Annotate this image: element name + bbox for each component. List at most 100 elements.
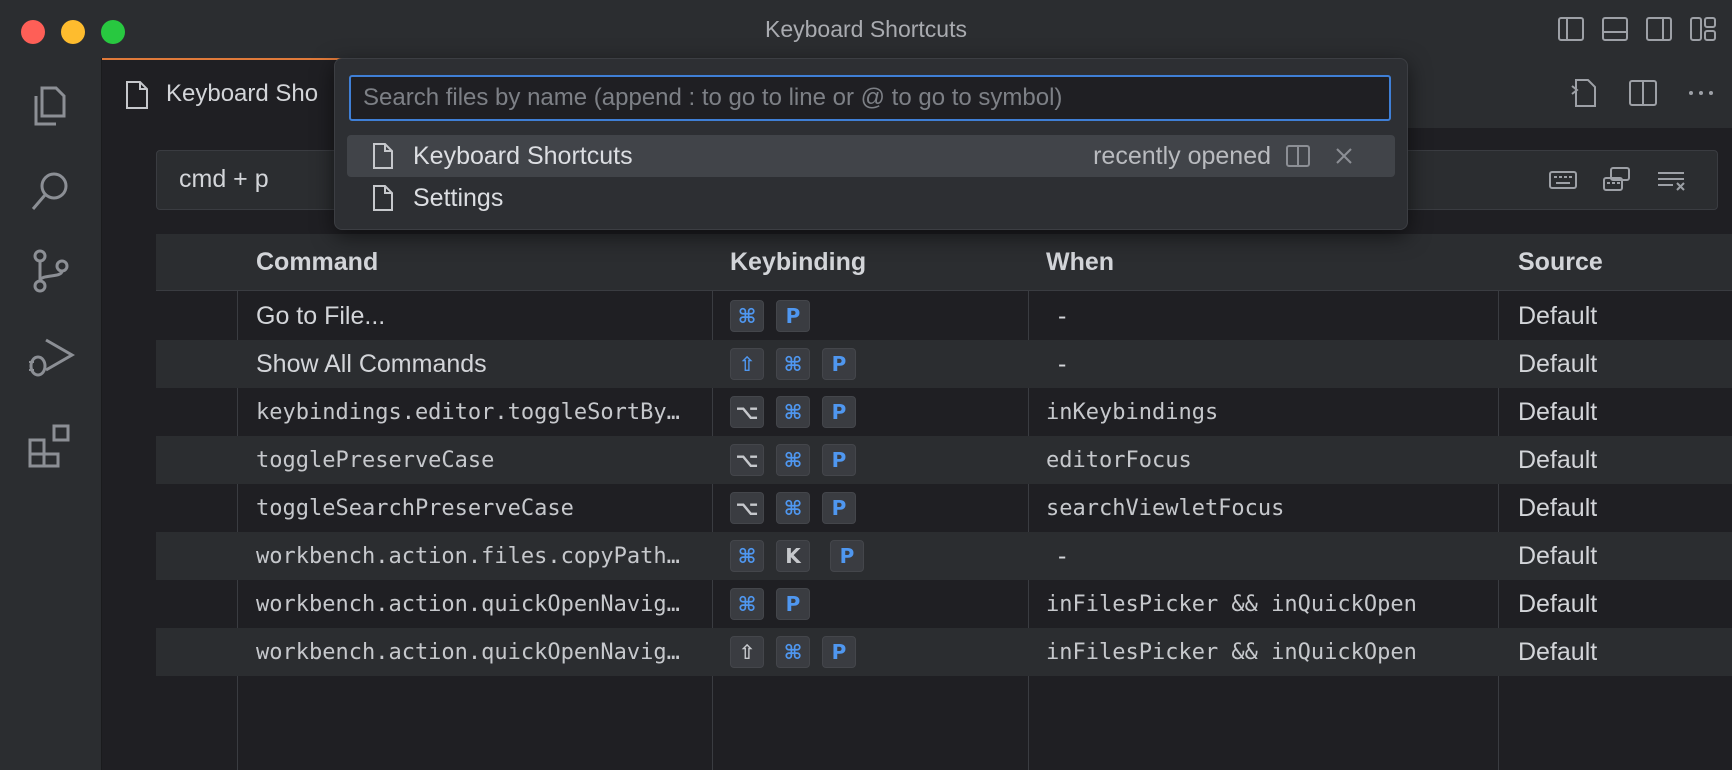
table-header: Command Keybinding When Source xyxy=(156,234,1732,291)
title-bar: Keyboard Shortcuts xyxy=(0,0,1732,59)
source-cell: Default xyxy=(1518,590,1598,618)
keybinding-cell: ⌥ ⌘ P xyxy=(730,492,856,524)
toggle-secondary-sidebar-icon[interactable] xyxy=(1644,14,1674,44)
key-cmd: ⌘ xyxy=(776,348,810,380)
key-option: ⌥ xyxy=(730,444,764,476)
keybindings-table: Command Keybinding When Source Go to Fil… xyxy=(156,234,1732,770)
when-cell: editorFocus xyxy=(1046,448,1192,473)
key-cmd: ⌘ xyxy=(776,492,810,524)
keybinding-cell: ⇧ ⌘ P xyxy=(730,348,856,380)
remove-from-recent-icon[interactable] xyxy=(1329,141,1359,171)
command-cell: Show All Commands xyxy=(256,350,487,378)
table-row[interactable]: keybindings.editor.toggleSortBy… ⌥ ⌘ P i… xyxy=(156,388,1732,436)
explorer-icon[interactable] xyxy=(26,80,76,130)
command-cell: workbench.action.quickOpenNavig… xyxy=(256,640,680,665)
key-option: ⌥ xyxy=(730,492,764,524)
file-icon xyxy=(373,185,393,211)
when-cell: inKeybindings xyxy=(1046,400,1219,425)
search-actions xyxy=(1547,165,1687,195)
table-row[interactable]: togglePreserveCase ⌥ ⌘ P editorFocus Def… xyxy=(156,436,1732,484)
command-cell: togglePreserveCase xyxy=(256,448,495,473)
header-source[interactable]: Source xyxy=(1518,248,1603,277)
command-cell: toggleSearchPreserveCase xyxy=(256,496,574,521)
search-value: cmd + p xyxy=(179,165,269,193)
key-p: P xyxy=(822,444,856,476)
source-cell: Default xyxy=(1518,446,1598,474)
sort-by-precedence-icon[interactable] xyxy=(1601,165,1633,195)
file-icon xyxy=(373,143,393,169)
tab-keyboard-shortcuts[interactable]: Keyboard Sho xyxy=(102,58,342,130)
when-cell: - xyxy=(1058,350,1067,378)
table-row[interactable]: workbench.action.quickOpenNavig… ⇧ ⌘ P i… xyxy=(156,628,1732,676)
source-cell: Default xyxy=(1518,398,1598,426)
key-shift: ⇧ xyxy=(730,636,764,668)
split-editor-icon[interactable] xyxy=(1626,76,1660,110)
source-cell: Default xyxy=(1518,542,1598,570)
more-actions-icon[interactable] xyxy=(1684,76,1718,110)
table-row[interactable]: toggleSearchPreserveCase ⌥ ⌘ P searchVie… xyxy=(156,484,1732,532)
key-p: P xyxy=(776,588,810,620)
key-p: P xyxy=(822,492,856,524)
header-keybinding[interactable]: Keybinding xyxy=(730,248,866,277)
source-cell: Default xyxy=(1518,638,1598,666)
table-row[interactable]: workbench.action.files.copyPath… ⌘ K P -… xyxy=(156,532,1732,580)
keybinding-cell: ⌘ K P xyxy=(730,540,864,572)
command-cell: workbench.action.quickOpenNavig… xyxy=(256,592,680,617)
keybinding-cell: ⇧ ⌘ P xyxy=(730,636,856,668)
when-cell: - xyxy=(1058,542,1067,570)
source-cell: Default xyxy=(1518,350,1598,378)
customize-layout-icon[interactable] xyxy=(1688,14,1718,44)
tab-actions xyxy=(1568,76,1718,110)
source-cell: Default xyxy=(1518,494,1598,522)
extensions-icon[interactable] xyxy=(26,420,76,470)
command-cell: workbench.action.files.copyPath… xyxy=(256,544,680,569)
when-cell: inFilesPicker && inQuickOpen xyxy=(1046,592,1417,617)
command-cell: Go to File... xyxy=(256,302,386,330)
key-option: ⌥ xyxy=(730,396,764,428)
table-row[interactable]: Go to File... ⌘ P - Default xyxy=(156,292,1732,340)
key-p: P xyxy=(776,300,810,332)
quick-open-input[interactable] xyxy=(349,75,1391,121)
layout-controls xyxy=(1556,14,1718,44)
key-shift: ⇧ xyxy=(730,348,764,380)
when-cell: searchViewletFocus xyxy=(1046,496,1285,521)
quick-open-item-keyboard-shortcuts[interactable]: Keyboard Shortcuts recently opened xyxy=(347,135,1395,177)
run-debug-icon[interactable] xyxy=(26,330,76,380)
key-cmd: ⌘ xyxy=(730,588,764,620)
source-control-icon[interactable] xyxy=(26,244,76,294)
source-cell: Default xyxy=(1518,302,1598,330)
keybinding-cell: ⌥ ⌘ P xyxy=(730,444,856,476)
toggle-panel-icon[interactable] xyxy=(1600,14,1630,44)
file-icon xyxy=(126,81,148,109)
key-cmd: ⌘ xyxy=(776,636,810,668)
key-cmd: ⌘ xyxy=(730,540,764,572)
clear-search-icon[interactable] xyxy=(1655,165,1687,195)
key-cmd: ⌘ xyxy=(730,300,764,332)
keybinding-cell: ⌥ ⌘ P xyxy=(730,396,856,428)
keybinding-cell: ⌘ P xyxy=(730,588,810,620)
key-k: K xyxy=(776,540,810,572)
keybinding-cell: ⌘ P xyxy=(730,300,810,332)
tab-label: Keyboard Sho xyxy=(166,80,319,107)
when-cell: - xyxy=(1058,302,1067,330)
search-icon[interactable] xyxy=(26,166,76,216)
quick-open-item-settings[interactable]: Settings xyxy=(347,177,1395,219)
quick-open-item-label: Settings xyxy=(413,184,504,212)
key-cmd: ⌘ xyxy=(776,444,810,476)
open-keybindings-json-icon[interactable] xyxy=(1568,76,1602,110)
command-cell: keybindings.editor.toggleSortBy… xyxy=(256,400,680,425)
key-p: P xyxy=(830,540,864,572)
header-when[interactable]: When xyxy=(1046,248,1114,277)
open-to-side-icon[interactable] xyxy=(1283,141,1313,171)
key-cmd: ⌘ xyxy=(776,396,810,428)
table-row[interactable]: workbench.action.quickOpenNavig… ⌘ P inF… xyxy=(156,580,1732,628)
vscode-window: Keyboard Shortcuts Keyboard Sho cmd + p … xyxy=(0,0,1732,770)
toggle-primary-sidebar-icon[interactable] xyxy=(1556,14,1586,44)
table-row[interactable]: Show All Commands ⇧ ⌘ P - Default xyxy=(156,340,1732,388)
when-cell: inFilesPicker && inQuickOpen xyxy=(1046,640,1417,665)
key-p: P xyxy=(822,396,856,428)
header-command[interactable]: Command xyxy=(256,248,378,277)
activity-bar xyxy=(0,58,102,770)
record-keys-icon[interactable] xyxy=(1547,165,1579,195)
window-title: Keyboard Shortcuts xyxy=(764,16,967,42)
